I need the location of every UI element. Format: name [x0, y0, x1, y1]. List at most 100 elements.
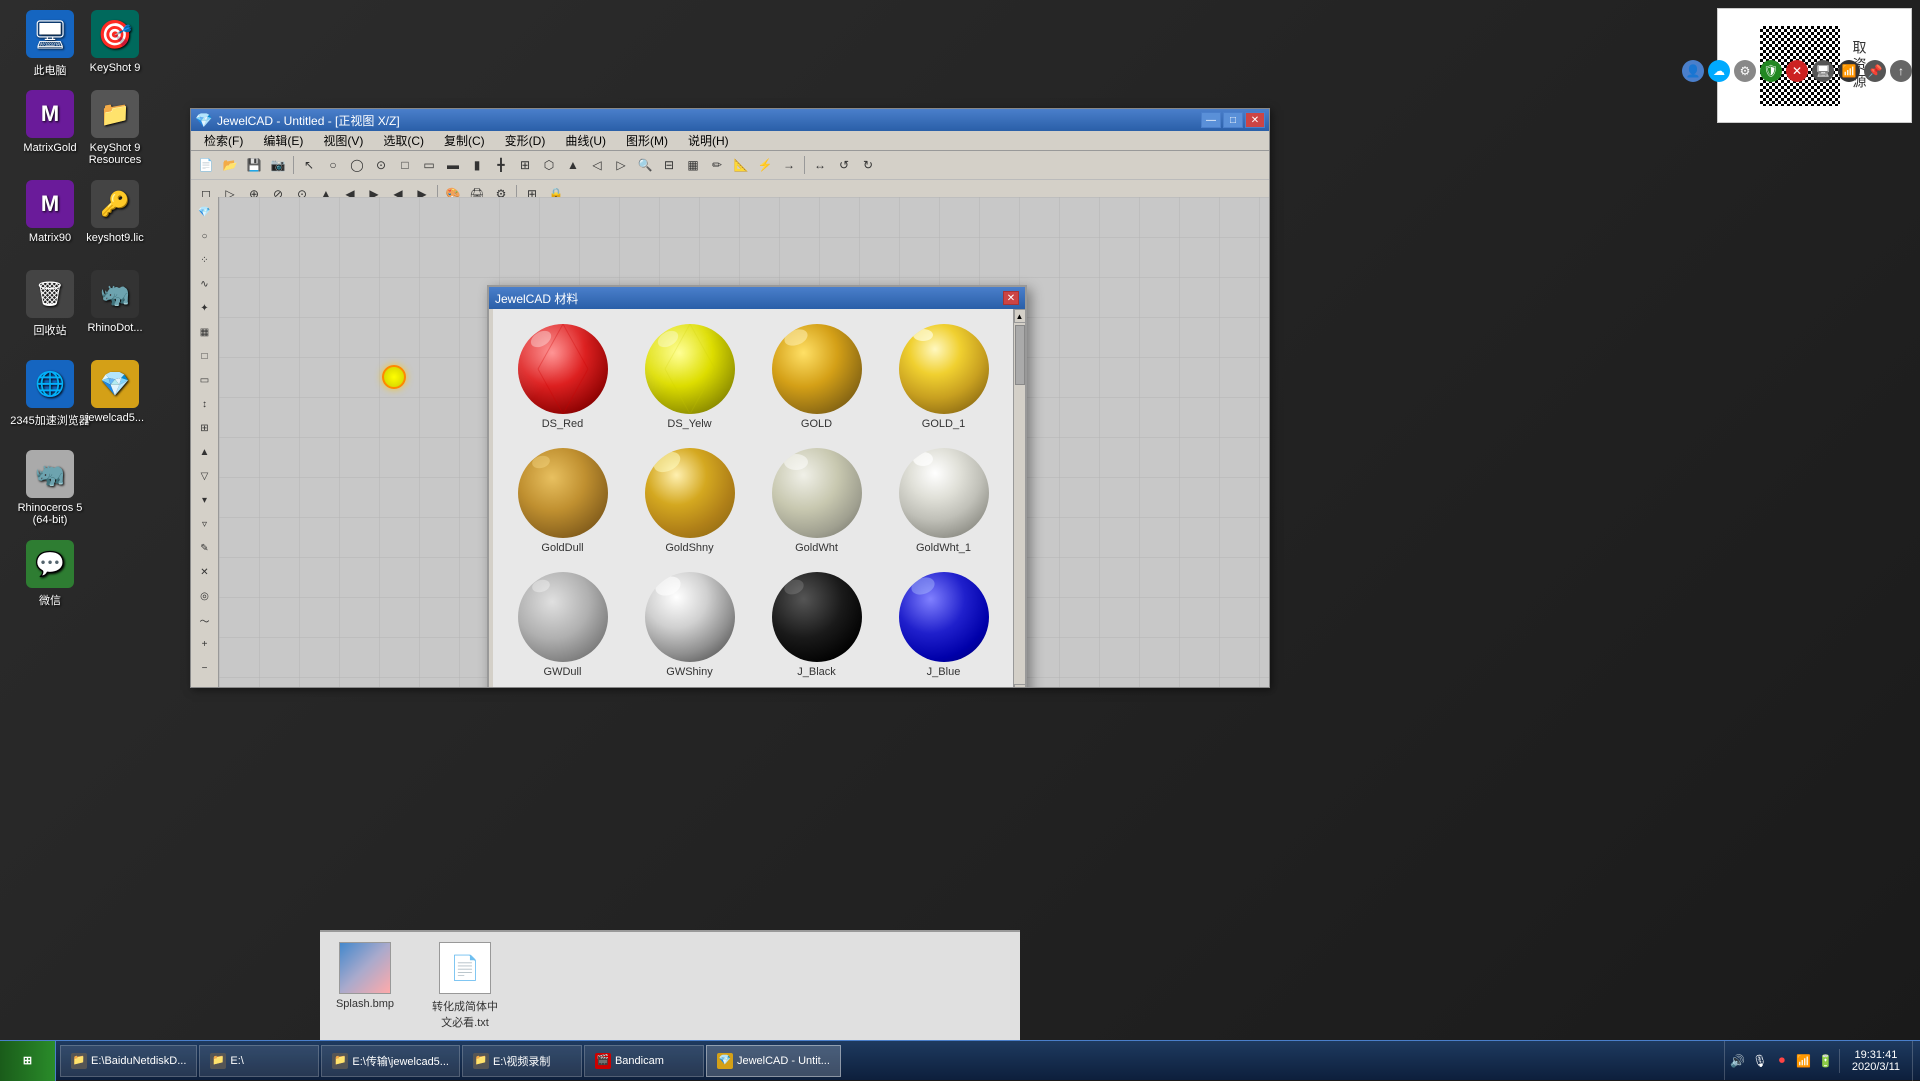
sb-grid[interactable]: ▦ [194, 321, 216, 343]
tb-square[interactable]: □ [394, 154, 416, 176]
canvas-area[interactable]: JewelCAD 材料 ✕ [219, 197, 1269, 687]
desktop-icon-jewelcad5[interactable]: 💎 jewelcad5... [75, 360, 155, 424]
taskbar-item-0[interactable]: 📁 E:\BaiduNetdiskD... [60, 1045, 197, 1077]
sb-pencil[interactable]: ✎ [194, 537, 216, 559]
desktop-icon-wechat[interactable]: 💬 微信 [10, 540, 90, 608]
material-item-goldwht1[interactable]: GoldWht_1 [882, 441, 1005, 561]
maximize-button[interactable]: □ [1223, 112, 1243, 128]
scrollbar[interactable]: ▲ ▼ [1013, 309, 1025, 687]
sb-gem[interactable]: 💎 [194, 201, 216, 223]
sb-scale[interactable]: ⊞ [194, 417, 216, 439]
menu-copy[interactable]: 复制(C) [435, 129, 494, 152]
taskbar-item-1[interactable]: 📁 E:\ [199, 1045, 319, 1077]
tray-monitor-icon[interactable]: 🖥 [1812, 60, 1834, 82]
menu-curve[interactable]: 曲线(U) [556, 129, 615, 152]
sb-curve[interactable]: ∿ [194, 273, 216, 295]
tb-plus2[interactable]: ⊞ [514, 154, 536, 176]
taskbar-item-5[interactable]: 💎 JewelCAD - Untit... [706, 1045, 841, 1077]
file-item-splash[interactable]: Splash.bmp [330, 942, 400, 1010]
desktop-icon-keyshot9-resources[interactable]: 📁 KeyShot 9 Resources [75, 90, 155, 166]
material-item-gwdull[interactable]: GWDull [501, 565, 624, 685]
menu-help[interactable]: 说明(H) [679, 129, 738, 152]
taskbar-item-4[interactable]: 🎬 Bandicam [584, 1045, 704, 1077]
desktop-icon-keyshot9-lic[interactable]: 🔑 keyshot9.lic [75, 180, 155, 244]
sb-frame[interactable]: ▭ [194, 369, 216, 391]
material-grid-scroll[interactable]: DS_Red [493, 309, 1013, 687]
tb-save[interactable]: 💾 [243, 154, 265, 176]
sb-arrow-dn[interactable]: ▽ [194, 465, 216, 487]
sb-box[interactable]: □ [194, 345, 216, 367]
material-item-gold1[interactable]: GOLD_1 [882, 317, 1005, 437]
tb-grid[interactable]: ▦ [682, 154, 704, 176]
tray-arrow-icon[interactable]: ↑ [1890, 60, 1912, 82]
scroll-up-btn[interactable]: ▲ [1014, 309, 1026, 323]
sb-minus[interactable]: − [194, 657, 216, 679]
tb-bolt[interactable]: ⚡ [754, 154, 776, 176]
sb-tri4[interactable]: ▿ [194, 513, 216, 535]
dialog-close-button[interactable]: ✕ [1003, 291, 1019, 305]
tray-battery-icon[interactable]: 🔋 [1817, 1052, 1835, 1070]
tb-undo[interactable]: ↺ [833, 154, 855, 176]
material-item-jblack[interactable]: J_Black [755, 565, 878, 685]
sb-cross[interactable]: ✕ [194, 561, 216, 583]
tb-redo[interactable]: ↻ [857, 154, 879, 176]
tb-plus[interactable]: ╋ [490, 154, 512, 176]
file-item-txt[interactable]: 📄 转化成简体中文必看.txt [430, 942, 500, 1030]
taskbar-item-3[interactable]: 📁 E:\视频录制 [462, 1045, 582, 1077]
tray-gear1-icon[interactable]: ⚙ [1734, 60, 1756, 82]
menu-select[interactable]: 选取(C) [374, 129, 433, 152]
tb-dot[interactable]: ⊙ [370, 154, 392, 176]
material-item-gold[interactable]: GOLD [755, 317, 878, 437]
tb-new[interactable]: 📄 [195, 154, 217, 176]
sb-move[interactable]: ↕ [194, 393, 216, 415]
tb-arrow[interactable]: → [778, 154, 800, 176]
sb-plus[interactable]: + [194, 633, 216, 655]
tb-zoom-out[interactable]: ⊟ [658, 154, 680, 176]
sb-wave[interactable]: 〜 [194, 609, 216, 631]
tray-pin-icon[interactable]: 📌 [1864, 60, 1886, 82]
tb-open[interactable]: 📂 [219, 154, 241, 176]
tb-circle2[interactable]: ◯ [346, 154, 368, 176]
sb-dots[interactable]: ⁘ [194, 249, 216, 271]
tray-cloud-icon[interactable]: ☁ [1708, 60, 1730, 82]
tray-volume-icon[interactable]: 🔊 [1729, 1052, 1747, 1070]
tb-cam[interactable]: 📷 [267, 154, 289, 176]
sb-arrow-up[interactable]: ▲ [194, 441, 216, 463]
close-button[interactable]: ✕ [1245, 112, 1265, 128]
material-item-golddull[interactable]: GoldDull [501, 441, 624, 561]
menu-search[interactable]: 检索(F) [195, 129, 252, 152]
tray-shield-icon[interactable]: 🛡 [1760, 60, 1782, 82]
desktop-icon-rhinoceros5[interactable]: 🦏 Rhinoceros 5 (64-bit) [10, 450, 90, 526]
start-button[interactable]: ⊞ [0, 1041, 56, 1081]
sb-ring[interactable]: ○ [194, 225, 216, 247]
tray-record-icon[interactable]: ⏺ [1773, 1052, 1791, 1070]
show-desktop-btn[interactable] [1912, 1041, 1920, 1081]
menu-transform[interactable]: 变形(D) [496, 129, 555, 152]
taskbar-item-2[interactable]: 📁 E:\传输\jewelcad5... [321, 1045, 460, 1077]
tb-zoom-in[interactable]: 🔍 [634, 154, 656, 176]
material-item-goldwht[interactable]: GoldWht [755, 441, 878, 561]
tb-tri2[interactable]: ◁ [586, 154, 608, 176]
tb-tri1[interactable]: ▲ [562, 154, 584, 176]
tb-rect3[interactable]: ▮ [466, 154, 488, 176]
tb-hex[interactable]: ⬡ [538, 154, 560, 176]
menu-view[interactable]: 视图(V) [314, 129, 372, 152]
sb-circle[interactable]: ◎ [194, 585, 216, 607]
material-item-ds-yel[interactable]: DS_Yelw [628, 317, 751, 437]
tb-tri3[interactable]: ▷ [610, 154, 632, 176]
tb-measure[interactable]: 📐 [730, 154, 752, 176]
material-item-ds-red[interactable]: DS_Red [501, 317, 624, 437]
tray-x-icon[interactable]: ✕ [1786, 60, 1808, 82]
material-item-jblue[interactable]: J_Blue [882, 565, 1005, 685]
minimize-button[interactable]: — [1201, 112, 1221, 128]
tray-mic-icon[interactable]: 🎙 [1751, 1052, 1769, 1070]
scroll-down-btn[interactable]: ▼ [1014, 684, 1026, 687]
material-item-goldshny[interactable]: GoldShny [628, 441, 751, 561]
desktop-icon-keyshot9[interactable]: 🎯 KeyShot 9 [75, 10, 155, 74]
scroll-thumb[interactable] [1015, 325, 1025, 385]
menu-shape[interactable]: 图形(M) [617, 129, 677, 152]
tb-rect2[interactable]: ▬ [442, 154, 464, 176]
sb-tri3[interactable]: ▾ [194, 489, 216, 511]
taskbar-clock[interactable]: 19:31:41 2020/3/11 [1839, 1049, 1912, 1073]
material-item-gwshiny[interactable]: GWShiny [628, 565, 751, 685]
